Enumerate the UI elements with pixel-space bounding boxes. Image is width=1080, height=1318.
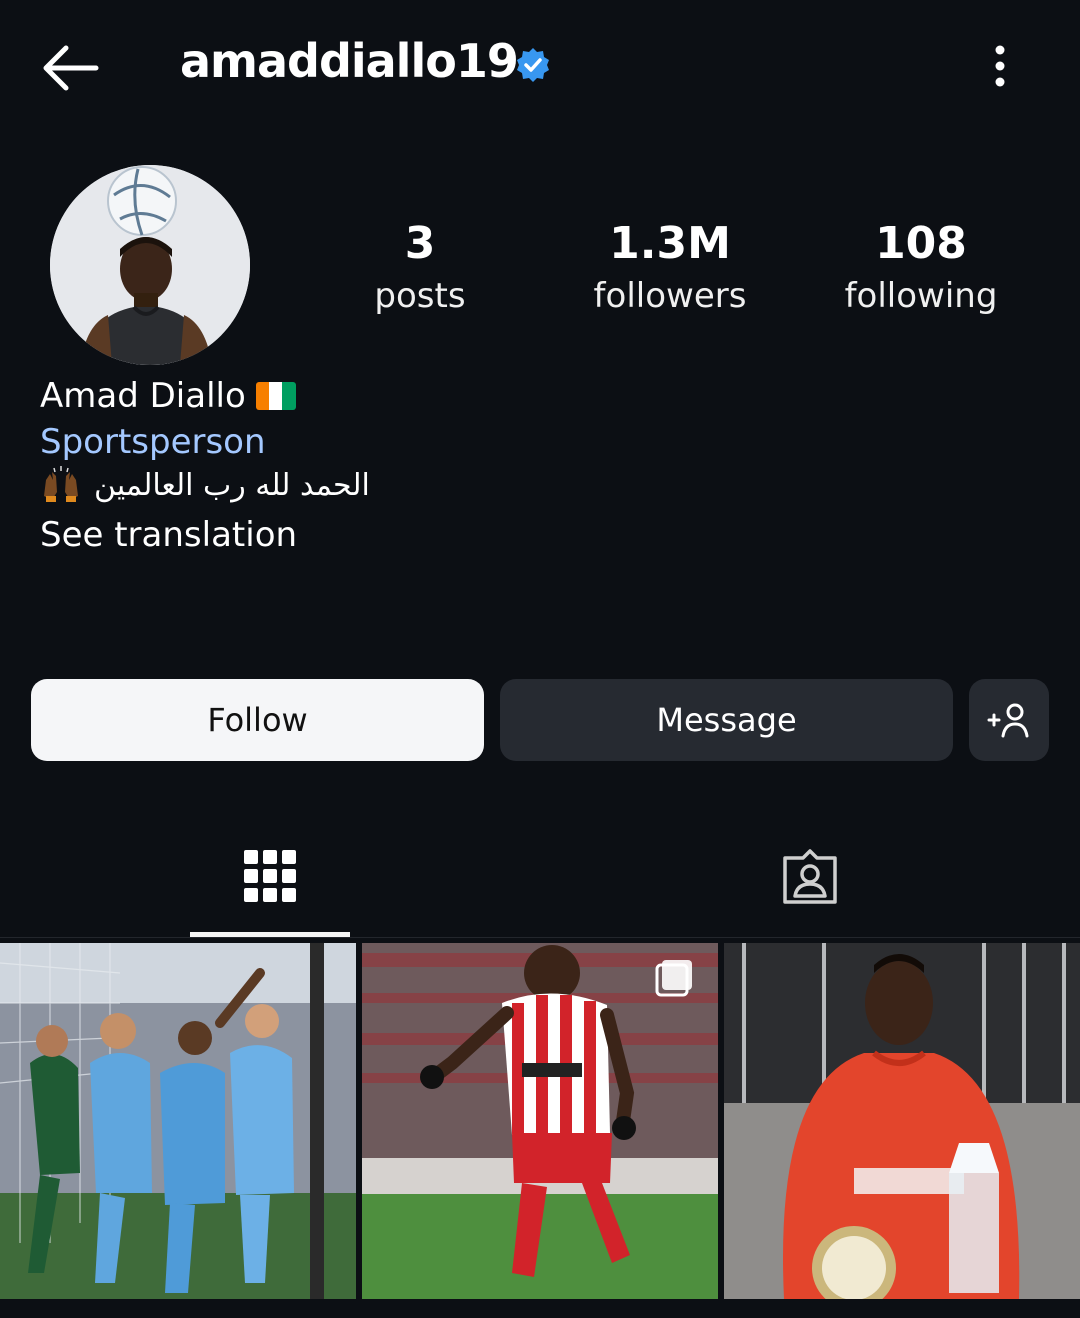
post-thumbnail-3[interactable]	[724, 943, 1080, 1299]
bio-text: الحمد لله رب العالمين	[94, 467, 370, 503]
verified-badge-icon	[514, 46, 552, 84]
stat-followers-value: 1.3M	[609, 218, 731, 269]
tab-tagged[interactable]	[730, 830, 890, 930]
arrow-left-icon	[43, 45, 99, 91]
tab-grid[interactable]	[190, 830, 350, 938]
ivory-coast-flag-icon	[255, 382, 296, 410]
stat-posts[interactable]: 3 posts	[310, 218, 530, 322]
stat-following[interactable]: 108 following	[811, 218, 1031, 322]
post-thumbnail-2[interactable]	[362, 943, 718, 1299]
stat-following-value: 108	[875, 218, 967, 269]
back-button[interactable]	[38, 40, 102, 96]
stat-posts-label: posts	[374, 276, 466, 316]
follow-button[interactable]: Follow	[31, 679, 484, 761]
profile-category[interactable]: Sportsperson	[40, 422, 266, 462]
stat-posts-value: 3	[404, 218, 436, 269]
display-name-row: Amad Diallo	[40, 376, 296, 416]
bio-row: الحمد لله رب العالمين	[40, 466, 370, 504]
more-options-button[interactable]	[980, 38, 1020, 94]
vertical-dots-icon	[995, 45, 1005, 87]
see-translation-link[interactable]: See translation	[40, 515, 297, 555]
bottom-strip	[0, 1300, 1080, 1318]
tagged-person-icon	[783, 849, 837, 904]
suggest-people-button[interactable]	[969, 679, 1049, 761]
profile-avatar[interactable]	[50, 165, 250, 365]
grid-icon	[244, 850, 296, 902]
stat-followers-label: followers	[593, 276, 747, 316]
stat-following-label: following	[844, 276, 998, 316]
tab-divider	[0, 937, 1080, 938]
raising-hands-icon	[44, 466, 78, 502]
display-name: Amad Diallo	[40, 376, 246, 416]
profile-username: amaddiallo19	[180, 34, 519, 88]
post-thumbnail-1[interactable]	[0, 943, 356, 1299]
stat-followers[interactable]: 1.3M followers	[560, 218, 780, 322]
add-person-icon	[987, 703, 1029, 738]
message-button[interactable]: Message	[500, 679, 953, 761]
